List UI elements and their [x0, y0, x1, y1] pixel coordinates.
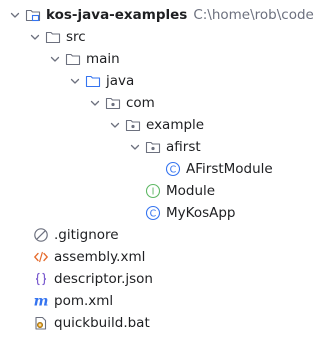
chevron-down-icon[interactable]	[109, 119, 121, 131]
tree-label-main: main	[86, 51, 120, 67]
tree-row-pom[interactable]: m pom.xml	[0, 290, 291, 312]
tree-label-descriptor: descriptor.json	[54, 271, 153, 287]
batch-file-icon	[33, 315, 49, 331]
tree-label-java: java	[106, 73, 135, 89]
chevron-down-icon[interactable]	[9, 9, 21, 21]
json-file-icon	[33, 271, 49, 287]
package-icon	[105, 95, 121, 111]
tree-row-assembly[interactable]: assembly.xml	[0, 246, 291, 268]
folder-icon	[65, 51, 81, 67]
tree-row-afirst[interactable]: afirst	[0, 136, 291, 158]
chevron-down-icon[interactable]	[129, 141, 141, 153]
tree-label-afirst: afirst	[166, 139, 201, 155]
tree-label-assembly: assembly.xml	[54, 249, 146, 265]
xml-file-icon	[33, 249, 49, 265]
tree-row-example[interactable]: example	[0, 114, 291, 136]
chevron-down-icon[interactable]	[49, 53, 61, 65]
module-folder-icon	[25, 7, 41, 23]
tree-row-src[interactable]: src	[0, 26, 291, 48]
tree-row-module[interactable]: I Module	[0, 180, 291, 202]
tree-label-src: src	[66, 29, 86, 45]
project-name: kos-java-examples	[46, 7, 188, 23]
tree-label-gitignore: .gitignore	[54, 227, 119, 243]
svg-text:m: m	[34, 294, 49, 310]
tree-label-afirstmodule: AFirstModule	[186, 161, 273, 177]
chevron-down-icon[interactable]	[29, 31, 41, 43]
tree-row-mykosapp[interactable]: C MyKosApp	[0, 202, 291, 224]
folder-icon	[45, 29, 61, 45]
tree-row-gitignore[interactable]: .gitignore	[0, 224, 291, 246]
svg-text:C: C	[150, 209, 157, 220]
svg-text:C: C	[170, 165, 177, 176]
ignore-file-icon	[33, 227, 49, 243]
tree-row-afirstmodule[interactable]: C AFirstModule	[0, 158, 291, 180]
tree-row-descriptor[interactable]: descriptor.json	[0, 268, 291, 290]
tree-row-com[interactable]: com	[0, 92, 291, 114]
tree-row-quickbuild[interactable]: quickbuild.bat	[0, 312, 291, 334]
tree-label-mykosapp: MyKosApp	[166, 205, 236, 221]
tree-label-com: com	[126, 95, 155, 111]
interface-icon: I	[145, 183, 161, 199]
chevron-down-icon[interactable]	[89, 97, 101, 109]
package-icon	[145, 139, 161, 155]
tree-label-example: example	[146, 117, 205, 133]
tree-label-pom: pom.xml	[54, 293, 114, 309]
chevron-down-icon[interactable]	[69, 75, 81, 87]
tree-row-java[interactable]: java	[0, 70, 291, 92]
tree-row-project[interactable]: kos-java-examples C:\home\rob\code	[0, 4, 314, 26]
tree-label-quickbuild: quickbuild.bat	[54, 315, 150, 331]
tree-row-main[interactable]: main	[0, 48, 291, 70]
svg-text:I: I	[152, 187, 155, 198]
class-icon: C	[145, 205, 161, 221]
class-icon: C	[165, 161, 181, 177]
tree-label-module: Module	[166, 183, 216, 199]
source-folder-icon	[85, 73, 101, 89]
project-tree: kos-java-examples C:\home\rob\code src m…	[0, 4, 314, 334]
package-icon	[125, 117, 141, 133]
project-path: C:\home\rob\code	[193, 7, 314, 23]
maven-file-icon: m	[33, 293, 49, 310]
